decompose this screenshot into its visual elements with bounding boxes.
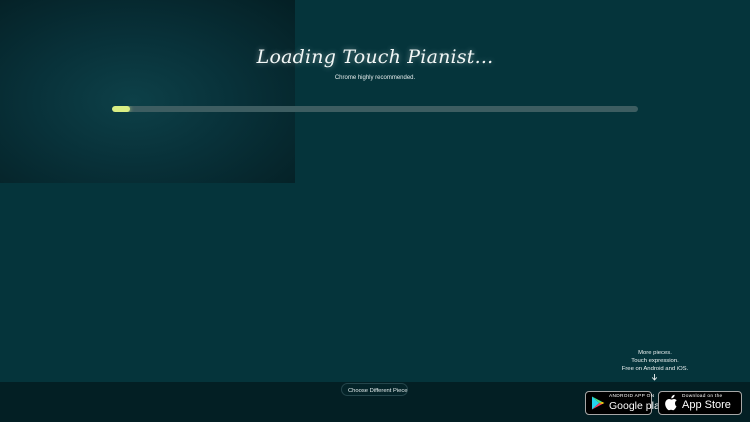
loading-title: Loading Touch Pianist...: [256, 46, 494, 68]
browser-recommendation: Chrome highly recommended.: [334, 75, 416, 81]
app-store-badge[interactable]: Download on the App Store: [658, 391, 742, 415]
loading-progress-fill: [112, 106, 131, 112]
down-arrow-icon: [651, 374, 658, 381]
google-play-icon: [589, 394, 607, 412]
choose-different-piece-button[interactable]: Choose Different Piece: [341, 383, 408, 396]
apple-badge-bottom-text: App Store: [682, 399, 731, 412]
piano-canvas-panel: [0, 0, 295, 183]
promo-line-pieces: More pieces.: [638, 350, 672, 356]
google-badge-bottom-text: Google play: [609, 399, 666, 412]
mobile-promo-text: More pieces. Touch expression. Free on A…: [605, 349, 705, 374]
google-play-badge-text: ANDROID APP ON Google play: [609, 393, 666, 412]
app-store-badge-text: Download on the App Store: [682, 394, 731, 412]
google-play-badge[interactable]: ANDROID APP ON Google play: [585, 391, 665, 415]
apple-icon: [662, 394, 680, 412]
loading-progress-bar: [112, 106, 638, 112]
promo-line-platforms: Free on Android and iOS.: [621, 366, 689, 373]
google-badge-top-text: ANDROID APP ON: [609, 393, 655, 399]
touch-pianist-page: Loading Touch Pianist... Chrome highly r…: [0, 0, 750, 422]
promo-line-expression: Touch expression.: [631, 358, 679, 365]
